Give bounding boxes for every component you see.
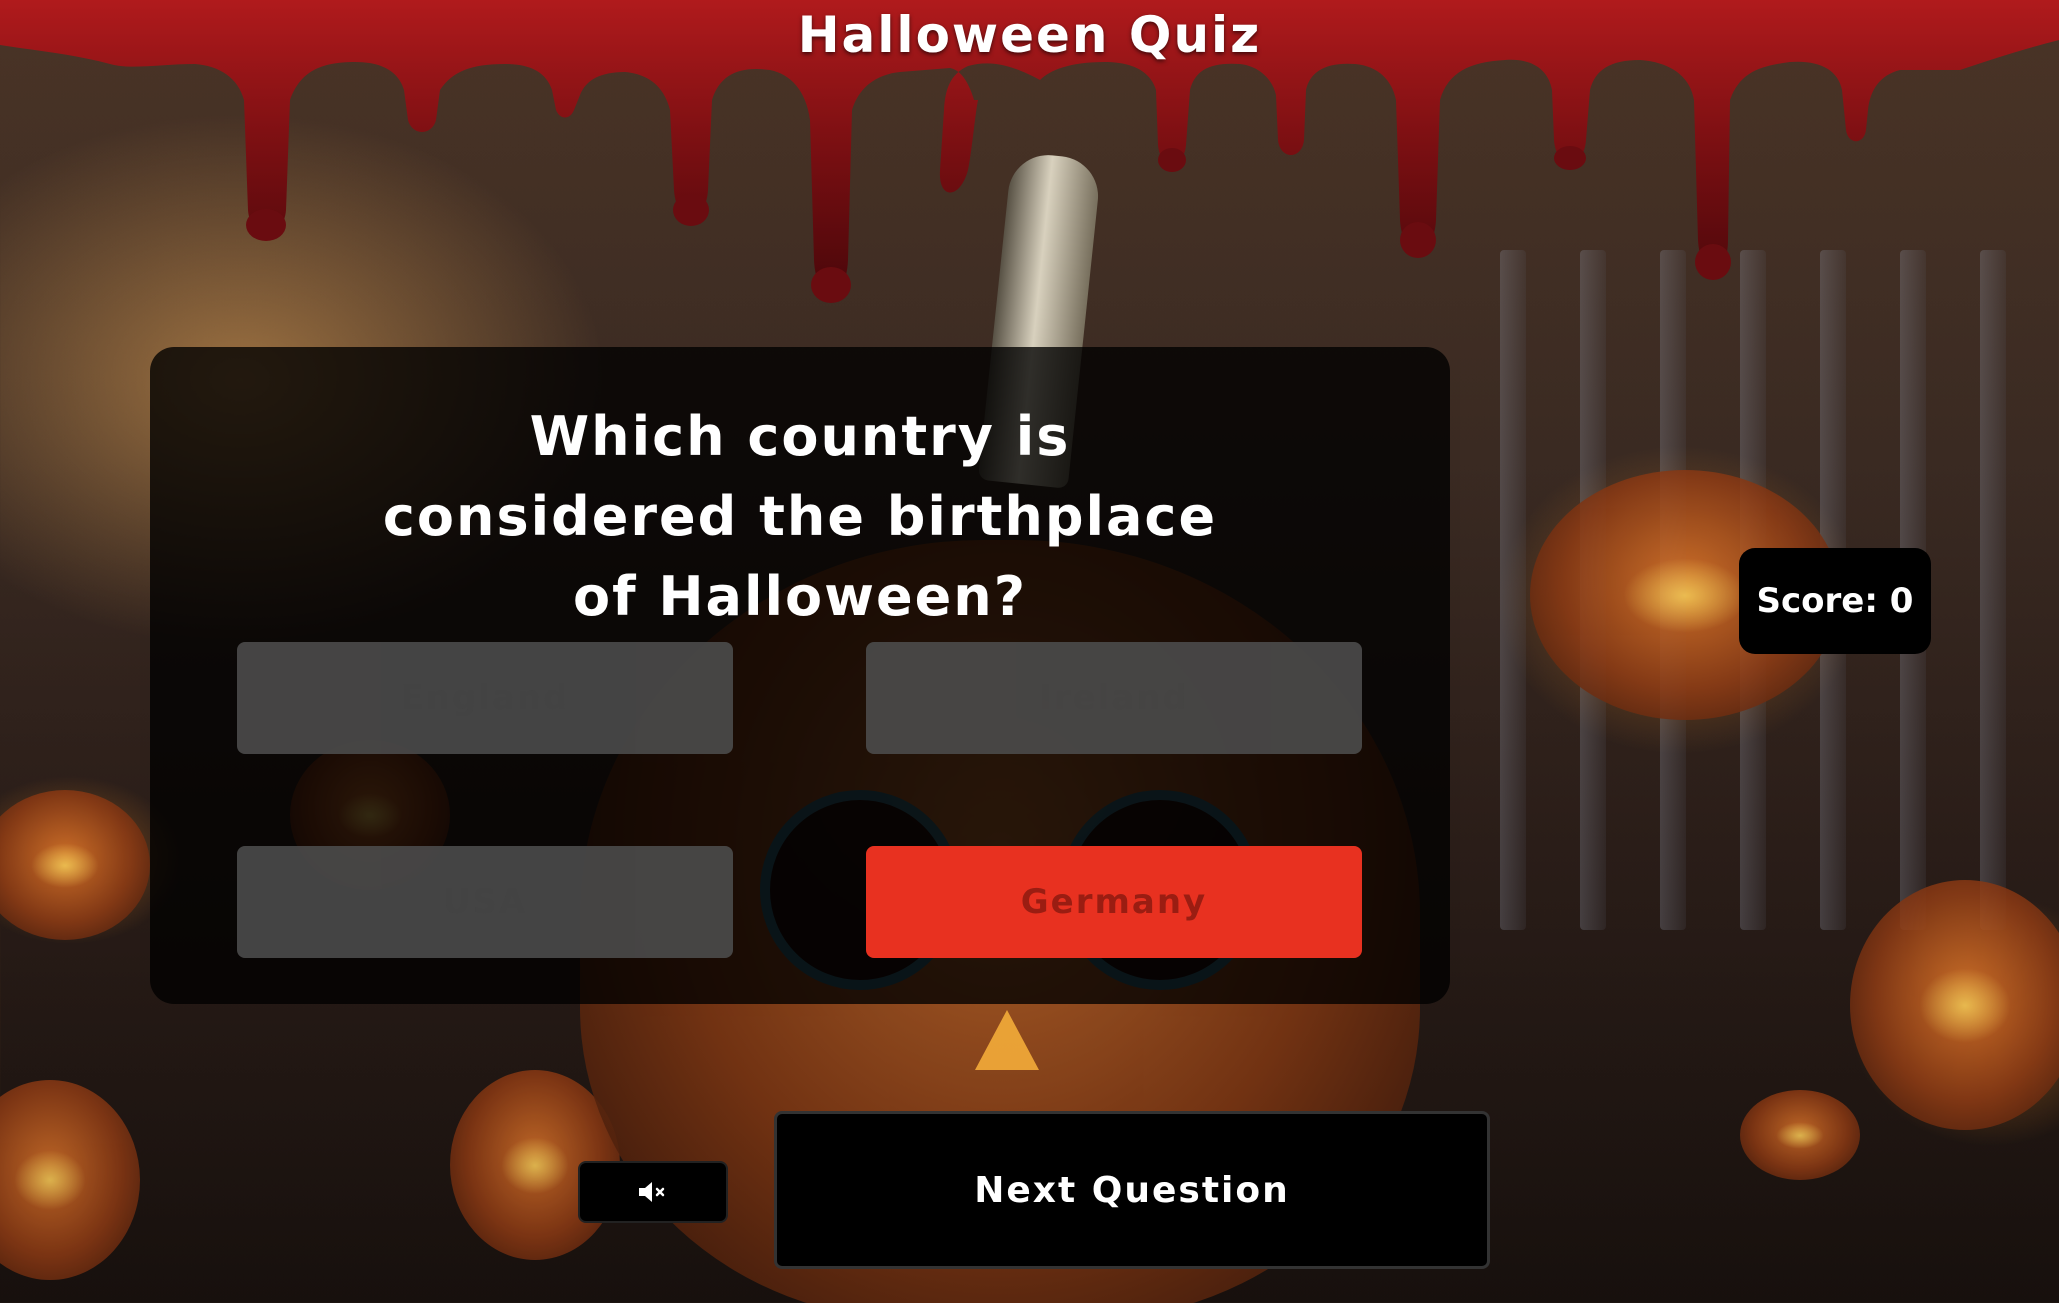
pumpkin-decoration <box>1850 880 2059 1130</box>
pumpkin-decoration <box>0 790 150 940</box>
page-title: Halloween Quiz <box>797 6 1262 64</box>
porch-rail <box>1500 250 1526 930</box>
answer-button-england[interactable]: England <box>237 642 733 754</box>
question-text: Which country is considered the birthpla… <box>382 405 1218 628</box>
speaker-muted-icon <box>639 1182 665 1202</box>
porch-rail <box>1580 250 1606 930</box>
answer-button-usa[interactable]: USA <box>237 846 733 958</box>
score-display: Score: 0 <box>1739 548 1931 654</box>
porch-rail <box>1980 250 2006 930</box>
pumpkin-decoration <box>0 1080 140 1280</box>
pumpkin-nose <box>975 1010 1039 1070</box>
answer-button-ireland[interactable]: Ireland <box>866 642 1362 754</box>
answer-button-germany[interactable]: Germany <box>866 846 1362 958</box>
pumpkin-decoration <box>1740 1090 1860 1180</box>
mute-button[interactable] <box>578 1161 728 1223</box>
quiz-panel: Which country is considered the birthpla… <box>150 347 1450 1004</box>
porch-rail <box>1660 250 1686 930</box>
next-question-button[interactable]: Next Question <box>774 1111 1490 1269</box>
